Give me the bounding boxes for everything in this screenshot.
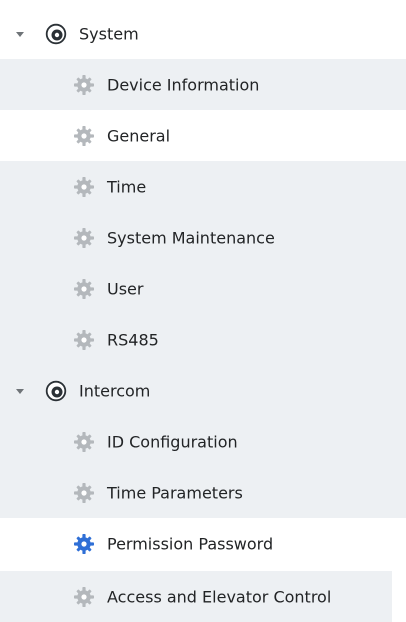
tree-item-label: Access and Elevator Control	[107, 587, 332, 606]
tree-item-label: System Maintenance	[107, 228, 275, 247]
tree-item-label: Time Parameters	[107, 483, 243, 502]
tree-item-system-maintenance[interactable]: System Maintenance	[0, 212, 406, 263]
gear-icon	[73, 430, 95, 453]
tree-item-general[interactable]: General	[0, 110, 406, 161]
tree-panel: System Device Information General Time S…	[0, 0, 406, 622]
tree-node-intercom[interactable]: Intercom	[0, 365, 406, 416]
expand-toggle-system[interactable]	[16, 31, 24, 37]
gear-icon	[73, 585, 95, 608]
tree-item-user[interactable]: User	[0, 263, 406, 314]
system-icon	[45, 23, 67, 44]
tree-item-time-parameters[interactable]: Time Parameters	[0, 467, 406, 518]
tree-item-rs485[interactable]: RS485	[0, 314, 406, 365]
gear-icon	[73, 277, 95, 300]
gear-icon	[73, 532, 95, 555]
tree-item-time[interactable]: Time	[0, 161, 406, 212]
tree-item-access-and-elevator-control[interactable]: Access and Elevator Control	[0, 571, 392, 622]
expand-toggle-intercom[interactable]	[16, 388, 24, 394]
tree-item-device-information[interactable]: Device Information	[0, 59, 406, 110]
tree-item-label: Device Information	[107, 75, 260, 94]
gear-icon	[73, 175, 95, 198]
gear-icon	[73, 124, 95, 147]
tree-item-label: RS485	[107, 330, 159, 349]
gear-icon	[73, 328, 95, 351]
tree-item-permission-password[interactable]: Permission Password	[0, 518, 406, 569]
gear-icon	[73, 73, 95, 96]
tree-item-label: Time	[107, 177, 147, 196]
tree-node-intercom-label: Intercom	[79, 381, 151, 400]
tree-item-label: ID Configuration	[107, 432, 238, 451]
gear-icon	[73, 226, 95, 249]
system-icon	[45, 380, 67, 401]
tree-node-system-label: System	[79, 24, 139, 43]
tree-item-label: Permission Password	[107, 534, 274, 553]
tree-node-system[interactable]: System	[0, 8, 406, 59]
tree-item-label: General	[107, 126, 171, 145]
gear-icon	[73, 481, 95, 504]
tree-item-label: User	[107, 279, 144, 298]
tree-item-id-configuration[interactable]: ID Configuration	[0, 416, 406, 467]
